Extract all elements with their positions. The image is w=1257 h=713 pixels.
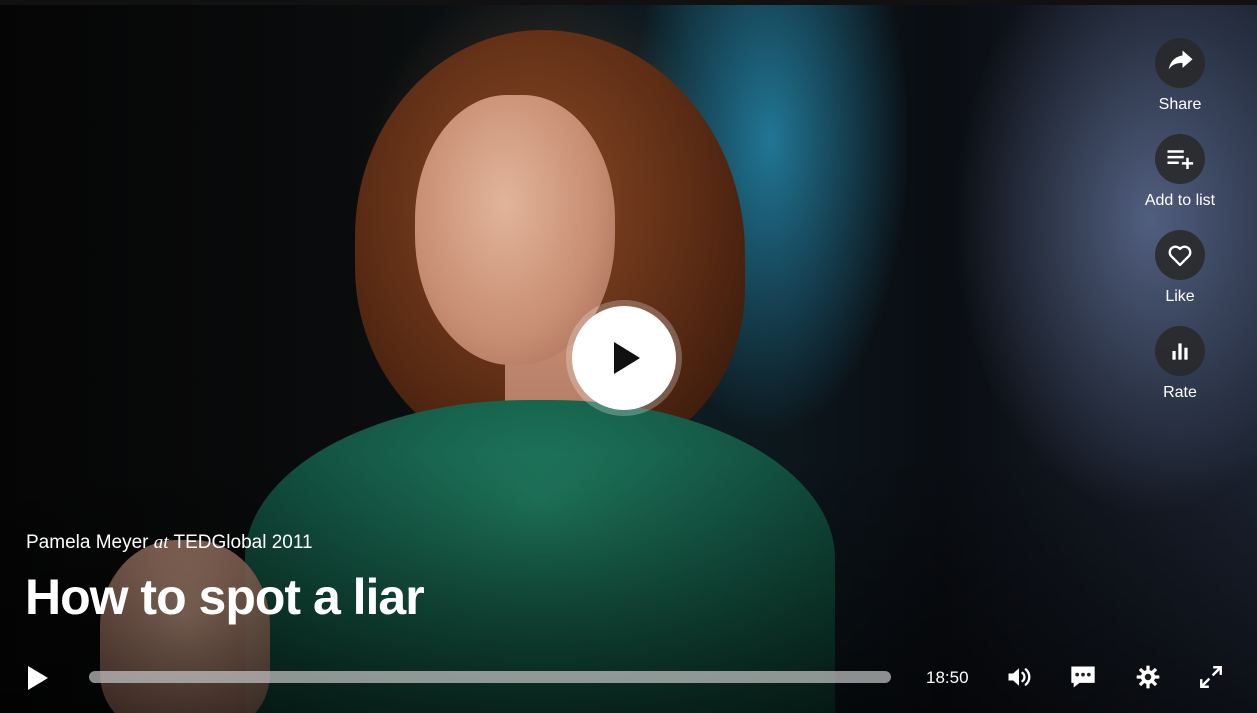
progress-bar[interactable] bbox=[89, 671, 891, 683]
play-button[interactable] bbox=[22, 663, 52, 693]
speaker-name[interactable]: Pamela Meyer bbox=[26, 532, 149, 553]
volume-button[interactable] bbox=[1004, 662, 1034, 692]
video-player[interactable]: Share Add to list Like Rate Pamela Meyer… bbox=[0, 0, 1257, 713]
top-bar bbox=[0, 0, 1257, 5]
duration-label: 18:50 bbox=[926, 668, 969, 687]
event-name[interactable]: TEDGlobal 2011 bbox=[174, 532, 313, 553]
rate-button[interactable]: Rate bbox=[1130, 326, 1230, 422]
settings-icon bbox=[1136, 665, 1160, 689]
rate-icon-circle bbox=[1155, 326, 1205, 376]
talk-title: How to spot a liar bbox=[25, 569, 425, 625]
fullscreen-button[interactable] bbox=[1196, 662, 1226, 692]
player-controls: 18:50 bbox=[0, 650, 1257, 705]
speaker-event-line: Pamela Meyer at TEDGlobal 2011 bbox=[26, 532, 313, 554]
subtitles-icon bbox=[1071, 666, 1095, 688]
like-button[interactable]: Like bbox=[1130, 230, 1230, 326]
bar-chart-icon bbox=[1172, 343, 1188, 360]
volume-icon bbox=[1008, 668, 1031, 686]
rate-label: Rate bbox=[1163, 384, 1197, 401]
fullscreen-icon bbox=[1200, 666, 1222, 688]
center-play-button[interactable] bbox=[566, 300, 682, 416]
play-icon bbox=[614, 342, 640, 374]
center-play-circle bbox=[572, 306, 676, 410]
at-label: at bbox=[153, 532, 169, 553]
share-button[interactable]: Share bbox=[1130, 38, 1230, 134]
like-label: Like bbox=[1165, 288, 1195, 305]
add-to-list-icon-circle bbox=[1155, 134, 1205, 184]
share-icon-circle bbox=[1155, 38, 1205, 88]
heart-icon bbox=[1168, 245, 1192, 267]
playlist-add-icon bbox=[1167, 150, 1194, 169]
add-to-list-button[interactable]: Add to list bbox=[1130, 134, 1230, 230]
add-to-list-label: Add to list bbox=[1144, 192, 1216, 209]
subtitles-button[interactable] bbox=[1068, 662, 1098, 692]
play-icon bbox=[28, 666, 48, 690]
share-icon bbox=[1168, 50, 1193, 70]
like-icon-circle bbox=[1155, 230, 1205, 280]
settings-button[interactable] bbox=[1133, 662, 1163, 692]
share-label: Share bbox=[1158, 96, 1202, 113]
talk-actions: Share Add to list Like Rate bbox=[1130, 38, 1230, 422]
